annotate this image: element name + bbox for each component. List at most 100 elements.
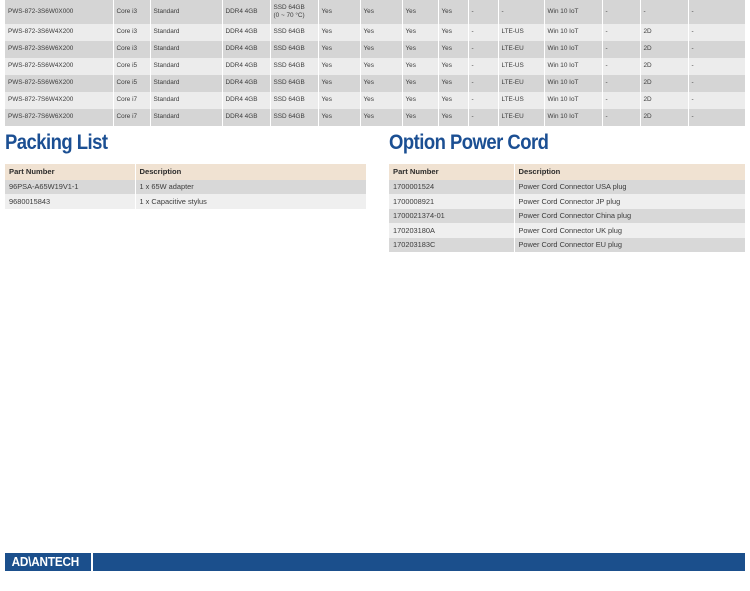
spec-cell-gps: Yes	[438, 24, 469, 41]
option-power-cord-table: Part Number Description 1700001524 Power …	[389, 164, 745, 252]
power-cord-part-number: 1700021374-01	[389, 208, 515, 223]
spec-cell-memory: DDR4 4GB	[222, 58, 271, 75]
spec-cell-grade: Standard	[150, 75, 223, 92]
spec-table-row: PWS-872-3S6W0X000 Core i3 Standard DDR4 4GB…	[5, 0, 745, 24]
power-cord-header-description: Description	[514, 164, 745, 180]
packing-list-header-description: Description	[135, 164, 366, 180]
spec-cell-barcode: -	[640, 0, 689, 24]
spec-cell-grade: Standard	[150, 0, 223, 24]
spec-cell-rfid: -	[468, 0, 499, 24]
spec-cell-smartcard: -	[688, 92, 745, 109]
power-cord-description: Power Cord Connector UK plug	[514, 223, 745, 238]
option-power-cord-title: Option Power Cord	[389, 131, 549, 154]
power-cord-part-number: 170203180A	[389, 223, 515, 238]
spec-cell-smartcard: -	[688, 109, 745, 126]
spec-cell-barcode: 2D	[640, 109, 689, 126]
spec-cell-wifi: Yes	[318, 109, 361, 126]
spec-cell-grade: Standard	[150, 92, 223, 109]
spec-cell-wifi: Yes	[318, 75, 361, 92]
spec-cell-fingerprint: -	[602, 0, 641, 24]
spec-cell-gps: Yes	[438, 92, 469, 109]
spec-cell-fingerprint: -	[602, 75, 641, 92]
spec-cell-fingerprint: -	[602, 41, 641, 58]
spec-cell-bluetooth: Yes	[360, 0, 403, 24]
spec-table-row: PWS-872-7S6W4X200 Core i7 Standard DDR4 4GB…	[5, 92, 745, 109]
spec-cell-camera: Yes	[402, 41, 439, 58]
spec-cell-os: Win 10 IoT	[544, 0, 603, 24]
spec-cell-model: PWS-872-3S6W6X200	[5, 41, 114, 58]
spec-cell-camera: Yes	[402, 0, 439, 24]
spec-cell-model: PWS-872-5S6W4X200	[5, 58, 114, 75]
power-cord-description: Power Cord Connector JP plug	[514, 194, 745, 209]
spec-cell-os: Win 10 IoT	[544, 58, 603, 75]
spec-cell-wifi: Yes	[318, 0, 361, 24]
spec-cell-storage: SSD 64GB	[270, 75, 319, 92]
spec-cell-fingerprint: -	[602, 24, 641, 41]
spec-table-row: PWS-872-3S6W6X200 Core i3 Standard DDR4 4GB…	[5, 41, 745, 58]
product-spec-table: PWS-872-3S6W0X000 Core i3 Standard DDR4 4GB…	[5, 0, 745, 126]
spec-cell-rfid: -	[468, 92, 499, 109]
spec-cell-wwan: LTE-EU	[498, 41, 545, 58]
spec-cell-bluetooth: Yes	[360, 92, 403, 109]
spec-cell-smartcard: -	[688, 24, 745, 41]
spec-cell-smartcard: -	[688, 41, 745, 58]
spec-cell-camera: Yes	[402, 109, 439, 126]
spec-cell-storage-main: SSD 64GB	[273, 3, 305, 11]
spec-cell-storage: SSD 64GB	[270, 92, 319, 109]
spec-cell-wwan: LTE-US	[498, 24, 545, 41]
footer-bar-fill	[93, 553, 745, 571]
spec-cell-grade: Standard	[150, 58, 223, 75]
packing-list-header-row: Part Number Description	[5, 164, 366, 180]
spec-cell-bluetooth: Yes	[360, 109, 403, 126]
spec-table-container: PWS-872-3S6W0X000 Core i3 Standard DDR4 4GB…	[5, 0, 745, 126]
spec-cell-fingerprint: -	[602, 109, 641, 126]
spec-cell-wifi: Yes	[318, 41, 361, 58]
spec-cell-rfid: -	[468, 58, 499, 75]
spec-cell-barcode: 2D	[640, 92, 689, 109]
spec-table-row: PWS-872-7S6W6X200 Core i7 Standard DDR4 4GB…	[5, 109, 745, 126]
spec-cell-wifi: Yes	[318, 92, 361, 109]
spec-cell-memory: DDR4 4GB	[222, 92, 271, 109]
spec-cell-wwan: LTE-US	[498, 92, 545, 109]
packing-list-row: 96PSA-A65W19V1-1 1 x 65W adapter	[5, 179, 366, 194]
spec-cell-grade: Standard	[150, 109, 223, 126]
spec-cell-memory: DDR4 4GB	[222, 41, 271, 58]
advantech-logo: AD\ANTECH	[11, 555, 80, 569]
spec-cell-cpu: Core i5	[113, 58, 151, 75]
power-cord-description: Power Cord Connector China plug	[514, 208, 745, 223]
spec-cell-cpu: Core i3	[113, 0, 151, 24]
spec-cell-camera: Yes	[402, 24, 439, 41]
spec-cell-cpu: Core i7	[113, 109, 151, 126]
power-cord-part-number: 170203183C	[389, 237, 515, 252]
power-cord-description: Power Cord Connector USA plug	[514, 179, 745, 194]
spec-cell-camera: Yes	[402, 58, 439, 75]
power-cord-header-row: Part Number Description	[389, 164, 745, 180]
spec-cell-model: PWS-872-7S6W4X200	[5, 92, 114, 109]
packing-list-part-number: 96PSA-A65W19V1-1	[5, 179, 136, 194]
spec-cell-rfid: -	[468, 75, 499, 92]
spec-cell-camera: Yes	[402, 75, 439, 92]
spec-cell-grade: Standard	[150, 41, 223, 58]
spec-cell-memory: DDR4 4GB	[222, 109, 271, 126]
spec-cell-storage: SSD 64GB	[270, 41, 319, 58]
packing-list-part-number: 9680015843	[5, 194, 136, 209]
power-cord-header-part-number: Part Number	[389, 164, 515, 180]
spec-cell-cpu: Core i7	[113, 92, 151, 109]
spec-cell-rfid: -	[468, 24, 499, 41]
spec-cell-bluetooth: Yes	[360, 75, 403, 92]
power-cord-row: 1700021374-01 Power Cord Connector China …	[389, 208, 745, 223]
power-cord-description: Power Cord Connector EU plug	[514, 237, 745, 252]
power-cord-row: 170203183C Power Cord Connector EU plug	[389, 237, 745, 252]
packing-list-description: 1 x Capacitive stylus	[135, 194, 366, 209]
packing-list-table: Part Number Description 96PSA-A65W19V1-1…	[5, 164, 366, 209]
packing-list-description: 1 x 65W adapter	[135, 179, 366, 194]
spec-cell-smartcard: -	[688, 58, 745, 75]
packing-list-header-part-number: Part Number	[5, 164, 136, 180]
spec-cell-rfid: -	[468, 41, 499, 58]
packing-list-row: 9680015843 1 x Capacitive stylus	[5, 194, 366, 209]
spec-cell-memory: DDR4 4GB	[222, 24, 271, 41]
spec-cell-smartcard: -	[688, 75, 745, 92]
power-cord-part-number: 1700001524	[389, 179, 515, 194]
spec-cell-model: PWS-872-5S6W6X200	[5, 75, 114, 92]
spec-cell-rfid: -	[468, 109, 499, 126]
